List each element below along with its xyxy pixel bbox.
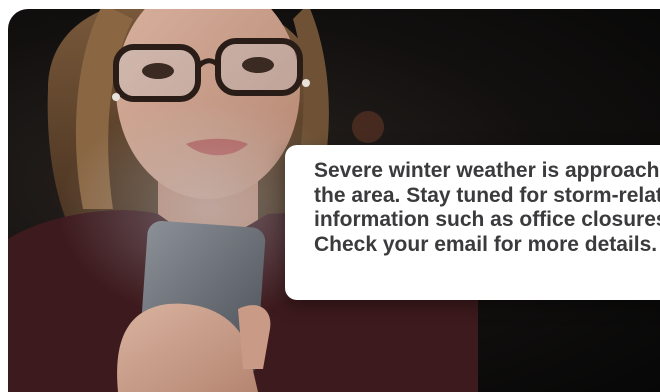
storm-alert-line-4: Check your email for more details. — [314, 232, 658, 256]
storm-alert-line-2: the area. Stay tuned for storm-related — [314, 183, 660, 207]
storm-alert-line-3: information such as office closures. — [314, 208, 660, 231]
hero-banner: Severe winter weather is approaching the… — [8, 9, 660, 392]
storm-alert-line-1: Severe winter weather is approaching — [314, 159, 660, 182]
storm-alert-card: Severe winter weather is approaching the… — [285, 145, 660, 300]
storm-alert-message: Severe winter weather is approaching the… — [314, 159, 660, 257]
